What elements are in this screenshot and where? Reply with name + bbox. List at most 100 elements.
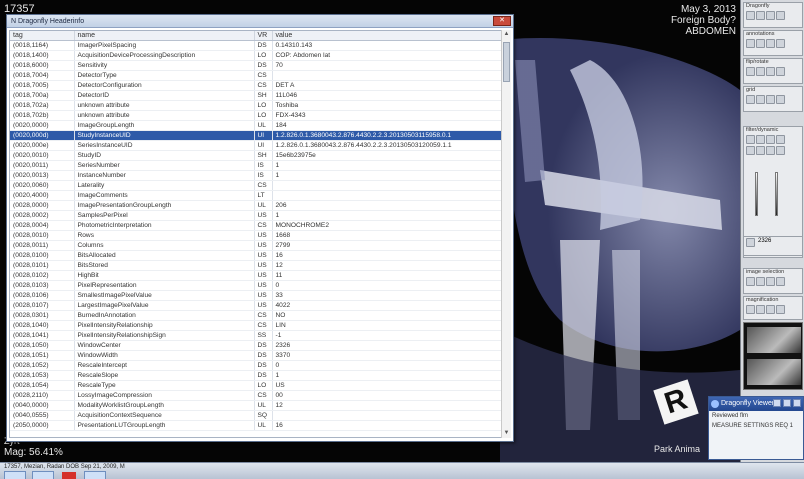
scroll-up-icon[interactable]: ▲: [502, 30, 511, 39]
table-row[interactable]: (0020,000d) StudyInstanceUID UI 1.2.826.0.1…: [10, 130, 502, 141]
invert-icon[interactable]: [766, 146, 775, 155]
table-row[interactable]: (0028,1054) RescaleType LO US: [10, 380, 502, 391]
scroll-down-icon[interactable]: ▼: [502, 429, 511, 438]
vertical-scrollbar[interactable]: ▲ ▼: [501, 30, 511, 438]
column-header-tag[interactable]: tag: [10, 31, 75, 41]
study-date: May 3, 2013: [680, 4, 736, 15]
close-icon[interactable]: [793, 399, 801, 407]
table-row[interactable]: (0028,0004) PhotometricInterpretation CS MO…: [10, 220, 502, 231]
row-vr: US: [254, 240, 273, 251]
table-row[interactable]: (0018,1400) AcquisitionDeviceProcessingDe…: [10, 50, 502, 61]
select-first-icon[interactable]: [746, 277, 755, 286]
contrast-icon[interactable]: [776, 135, 785, 144]
rotate-left-icon[interactable]: [746, 67, 755, 76]
table-row[interactable]: (0028,1051) WindowWidth DS 3370: [10, 350, 502, 361]
pen-icon[interactable]: [746, 39, 755, 48]
flip-vertical-icon[interactable]: [776, 67, 785, 76]
table-row[interactable]: (0028,0101) BitsStored US 12: [10, 260, 502, 271]
thumbnail[interactable]: [747, 359, 801, 385]
layout-icon[interactable]: [746, 11, 755, 20]
table-row[interactable]: (0018,702b) unknown attribute LO FDX-4343: [10, 110, 502, 121]
table-row[interactable]: (0028,0011) Columns US 2799: [10, 240, 502, 251]
table-row[interactable]: (0028,0301) BurnedInAnnotation CS NO: [10, 310, 502, 321]
table-row[interactable]: (0018,7005) DetectorConfiguration CS DET A: [10, 80, 502, 91]
magnify-reset-icon[interactable]: [776, 305, 785, 314]
window-level-sliders[interactable]: [745, 172, 801, 218]
table-row[interactable]: (0028,0010) Rows US 1668: [10, 230, 502, 241]
table-row[interactable]: (0028,1040) PixelIntensityRelationship CS L…: [10, 320, 502, 331]
row-name: HighBit: [74, 270, 255, 281]
grid-custom-icon[interactable]: [776, 95, 785, 104]
grid-1x2-icon[interactable]: [756, 95, 765, 104]
table-row[interactable]: (0020,0011) SeriesNumber IS 1: [10, 160, 502, 171]
window-icon[interactable]: [776, 11, 785, 20]
table-row[interactable]: (0020,0013) InstanceNumber IS 1: [10, 170, 502, 181]
close-button[interactable]: ✕: [493, 16, 511, 26]
table-row[interactable]: (0028,1050) WindowCenter DS 2326: [10, 340, 502, 351]
wl-value[interactable]: 2326: [758, 238, 771, 247]
column-header-value[interactable]: value: [272, 31, 502, 41]
table-row[interactable]: (0040,0000) ModalityWorklistGroupLength UL…: [10, 400, 502, 411]
level-slider[interactable]: [775, 172, 778, 216]
table-row[interactable]: (0020,0010) StudyID SH 15e6b23975e: [10, 150, 502, 161]
magnify-minus-icon[interactable]: [766, 305, 775, 314]
taskbar-app-icon[interactable]: [62, 472, 76, 479]
table-row[interactable]: (0028,2110) LossyImageCompression CS 00: [10, 390, 502, 401]
text-icon[interactable]: [766, 39, 775, 48]
window-level-icon[interactable]: [746, 146, 755, 155]
dialog-titlebar[interactable]: N Dragonfly Headerinfo ✕: [7, 15, 513, 28]
table-row[interactable]: (0028,0107) LargestImagePixelValue US 4022: [10, 300, 502, 311]
row-value: US: [272, 380, 502, 391]
table-row[interactable]: (0028,0102) HighBit US 11: [10, 270, 502, 281]
table-row[interactable]: (0028,0000) ImagePresentationGroupLength U…: [10, 200, 502, 211]
taskbar-app-button[interactable]: [84, 471, 106, 479]
table-row[interactable]: (0040,0555) AcquisitionContextSequence SQ: [10, 410, 502, 421]
table-row[interactable]: (0028,0100) BitsAllocated US 16: [10, 250, 502, 261]
table-row[interactable]: (2050,0000) PresentationLUTGroupLength UL 1…: [10, 420, 502, 431]
select-last-icon[interactable]: [776, 277, 785, 286]
flip-horizontal-icon[interactable]: [766, 67, 775, 76]
table-row[interactable]: (0028,1052) RescaleIntercept DS 0: [10, 360, 502, 371]
table-row[interactable]: (0028,1041) PixelIntensityRelationshipSig…: [10, 330, 502, 341]
table-row[interactable]: (0028,0106) SmallestImagePixelValue US 33: [10, 290, 502, 301]
magnify-plus-icon[interactable]: [756, 305, 765, 314]
table-row[interactable]: (0020,0060) Laterality CS: [10, 180, 502, 191]
grid-1x1-icon[interactable]: [746, 95, 755, 104]
settings-icon[interactable]: [756, 11, 765, 20]
preset-icon[interactable]: [746, 238, 755, 247]
scroll-thumb[interactable]: [503, 42, 510, 82]
minimize-icon[interactable]: [773, 399, 781, 407]
crosshair-icon[interactable]: [756, 146, 765, 155]
table-row[interactable]: (0028,1053) RescaleSlope DS 1: [10, 370, 502, 381]
pan-icon[interactable]: [766, 135, 775, 144]
table-row[interactable]: (0018,1164) ImagerPixelSpacing DS 0.14310.1…: [10, 40, 502, 51]
grid-2x2-icon[interactable]: [766, 95, 775, 104]
table-row[interactable]: (0018,702a) unknown attribute LO Toshiba: [10, 100, 502, 111]
column-header-name[interactable]: name: [74, 31, 255, 41]
magnify-icon[interactable]: [746, 305, 755, 314]
table-row[interactable]: (0018,7004) DetectorType CS: [10, 70, 502, 81]
minimize-icon[interactable]: [766, 11, 775, 20]
zoom-in-icon[interactable]: [746, 135, 755, 144]
reset-icon[interactable]: [776, 146, 785, 155]
select-next-icon[interactable]: [766, 277, 775, 286]
table-row[interactable]: (0020,000e) SeriesInstanceUID UI 1.2.826.0.…: [10, 140, 502, 151]
column-header-vr[interactable]: VR: [254, 31, 273, 41]
popup-titlebar[interactable]: Dragonfly Viewer: [709, 397, 803, 411]
taskbar-app-button[interactable]: [32, 471, 54, 479]
table-row[interactable]: (0028,0002) SamplesPerPixel US 1: [10, 210, 502, 221]
table-row[interactable]: (0020,0000) ImageGroupLength UL 184: [10, 120, 502, 131]
window-slider[interactable]: [755, 172, 758, 216]
table-row[interactable]: (0018,700a) DetectorID SH 11L046: [10, 90, 502, 101]
table-row[interactable]: (0018,6000) Sensitivity DS 70: [10, 60, 502, 71]
ruler-icon[interactable]: [776, 39, 785, 48]
zoom-out-icon[interactable]: [756, 135, 765, 144]
thumbnail[interactable]: [747, 327, 801, 353]
rotate-right-icon[interactable]: [756, 67, 765, 76]
start-button[interactable]: [4, 471, 26, 479]
table-row[interactable]: (0028,0103) PixelRepresentation US 0: [10, 280, 502, 291]
select-prev-icon[interactable]: [756, 277, 765, 286]
maximize-icon[interactable]: [783, 399, 791, 407]
table-row[interactable]: (0020,4000) ImageComments LT: [10, 190, 502, 201]
ellipse-icon[interactable]: [756, 39, 765, 48]
